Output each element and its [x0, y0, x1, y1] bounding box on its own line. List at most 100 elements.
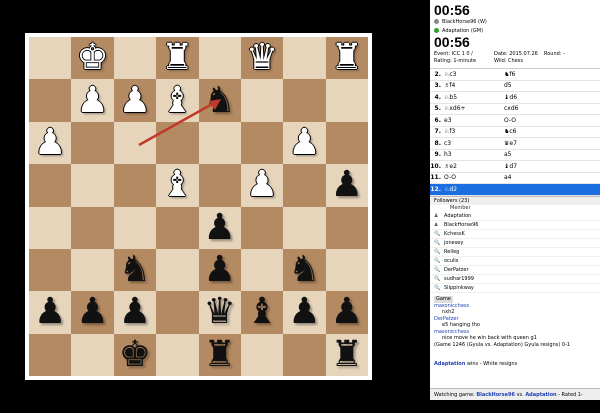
- square[interactable]: [325, 248, 368, 292]
- black-move[interactable]: ♛e7: [504, 140, 564, 147]
- chess-board[interactable]: ♚ ♜ ♛ ♜ ♟ ♟ ♝ ♞ ♟ ♟ ♝ ♟ ♟ ♟ ♞ ♟ ♞ ♟ ♟ ♟ ♛ ♝ ♟ ♟ ♚ ♜ ♜: [29, 37, 368, 376]
- follower-row[interactable]: 🔍 Slippinkway: [430, 284, 600, 293]
- followers-column-header[interactable]: Member: [430, 205, 600, 212]
- square[interactable]: [71, 164, 114, 207]
- square[interactable]: [71, 248, 114, 292]
- black-move[interactable]: ♞c6: [504, 128, 564, 135]
- square[interactable]: [198, 37, 241, 80]
- square[interactable]: [325, 121, 368, 165]
- square[interactable]: ♟: [198, 248, 241, 292]
- square[interactable]: [29, 164, 72, 207]
- move-row[interactable]: 3. ♗f4 d5: [430, 81, 600, 92]
- square[interactable]: [325, 79, 368, 122]
- square[interactable]: [283, 164, 326, 207]
- game-chat-tab[interactable]: Game: [434, 296, 453, 303]
- square[interactable]: [29, 333, 72, 376]
- black-move[interactable]: ♞f6: [504, 71, 564, 78]
- follower-row[interactable]: 🔍 DerPatzer: [430, 266, 600, 275]
- square[interactable]: ♜: [325, 37, 368, 80]
- square[interactable]: [29, 248, 72, 292]
- square[interactable]: [240, 121, 284, 165]
- square[interactable]: ♜: [198, 333, 241, 376]
- square[interactable]: ♟: [283, 121, 326, 165]
- white-move[interactable]: e3: [444, 117, 504, 124]
- square[interactable]: [198, 121, 241, 165]
- square[interactable]: [156, 291, 199, 334]
- move-row[interactable]: 11. O-O a4: [430, 173, 600, 184]
- black-move[interactable]: O-O: [504, 117, 564, 124]
- square[interactable]: ♜: [325, 333, 368, 376]
- white-pawn-icon[interactable]: ♟: [76, 82, 108, 119]
- square[interactable]: [283, 333, 326, 376]
- square[interactable]: [71, 121, 114, 165]
- black-king-icon[interactable]: ♚: [119, 336, 151, 373]
- black-queen-icon[interactable]: ♛: [204, 294, 236, 330]
- black-knight-icon[interactable]: ♞: [119, 252, 151, 288]
- white-player-row[interactable]: BlackHorse96 (W): [430, 17, 600, 26]
- square[interactable]: [156, 206, 199, 249]
- square[interactable]: ♟: [240, 164, 284, 207]
- square[interactable]: [113, 37, 157, 80]
- square[interactable]: ♞: [198, 79, 241, 122]
- square[interactable]: [29, 37, 72, 80]
- square[interactable]: ♚: [71, 37, 114, 80]
- move-row[interactable]: 4. ♘b5 ♝d6: [430, 92, 600, 104]
- white-pawn-icon[interactable]: ♟: [246, 167, 278, 203]
- square[interactable]: ♟: [71, 291, 114, 334]
- move-list[interactable]: 2. ♘c3 ♞f6 3. ♗f4 d5 4. ♘b5 ♝d6 5. ♘xd6+ cxd6 6. e3 O-…: [430, 68, 600, 196]
- black-move[interactable]: a4: [504, 174, 564, 181]
- black-move[interactable]: cxd6: [504, 105, 564, 112]
- follower-row[interactable]: 🔍 KchessK: [430, 230, 600, 239]
- square[interactable]: ♟: [71, 79, 114, 122]
- square[interactable]: ♟: [113, 79, 157, 122]
- square[interactable]: [240, 333, 284, 376]
- watching-player-2[interactable]: Adaptation: [525, 392, 556, 398]
- white-move[interactable]: ♗e2: [444, 163, 504, 170]
- square[interactable]: ♝: [156, 164, 199, 207]
- black-rook-icon[interactable]: ♜: [204, 336, 236, 373]
- square[interactable]: ♛: [198, 291, 241, 334]
- square[interactable]: ♟: [325, 291, 368, 334]
- white-move[interactable]: ♘c3: [444, 71, 504, 78]
- follower-row[interactable]: 🔍 Relleg: [430, 248, 600, 257]
- square[interactable]: ♟: [198, 206, 241, 249]
- square[interactable]: [198, 164, 241, 207]
- follower-row[interactable]: 🔍 oculis: [430, 257, 600, 266]
- square[interactable]: ♚: [113, 333, 157, 376]
- black-pawn-icon[interactable]: ♟: [119, 294, 151, 330]
- black-bishop-icon[interactable]: ♝: [246, 294, 278, 330]
- white-move[interactable]: ♘f3: [444, 128, 504, 135]
- square[interactable]: [240, 79, 284, 122]
- move-row[interactable]: 7. ♘f3 ♞c6: [430, 127, 600, 138]
- square[interactable]: ♟: [113, 291, 157, 334]
- follower-row[interactable]: ♟ BlackHorse96: [430, 221, 600, 230]
- black-pawn-icon[interactable]: ♟: [331, 167, 363, 203]
- white-bishop-icon[interactable]: ♝: [161, 82, 193, 119]
- black-pawn-icon[interactable]: ♟: [204, 209, 236, 246]
- black-move[interactable]: a5: [504, 151, 564, 158]
- white-pawn-icon[interactable]: ♟: [288, 124, 320, 161]
- black-pawn-icon[interactable]: ♟: [34, 294, 66, 330]
- black-move[interactable]: d5: [504, 82, 564, 89]
- follower-row[interactable]: ♟ Adaptation: [430, 212, 600, 221]
- white-queen-icon[interactable]: ♛: [246, 40, 278, 76]
- move-row[interactable]: 8. c3 ♛e7: [430, 138, 600, 150]
- white-move[interactable]: ♘d2: [444, 186, 504, 193]
- square[interactable]: [113, 206, 157, 249]
- white-move[interactable]: c3: [444, 140, 504, 147]
- square[interactable]: ♟: [325, 164, 368, 207]
- followers-header[interactable]: Followers (23): [430, 195, 600, 205]
- white-move[interactable]: h3: [444, 151, 504, 158]
- follower-row[interactable]: 🔍 jonesey: [430, 239, 600, 248]
- black-knight-icon[interactable]: ♞: [204, 82, 236, 119]
- square[interactable]: ♝: [240, 291, 284, 334]
- square[interactable]: [29, 79, 72, 122]
- watching-player-1[interactable]: BlackHorse96: [476, 392, 515, 398]
- square[interactable]: ♟: [29, 291, 72, 334]
- white-rook-icon[interactable]: ♜: [331, 40, 363, 76]
- white-pawn-icon[interactable]: ♟: [119, 82, 151, 119]
- white-rook-icon[interactable]: ♜: [161, 40, 193, 76]
- square[interactable]: ♟: [29, 121, 72, 165]
- square[interactable]: [71, 206, 114, 249]
- square[interactable]: [29, 206, 72, 249]
